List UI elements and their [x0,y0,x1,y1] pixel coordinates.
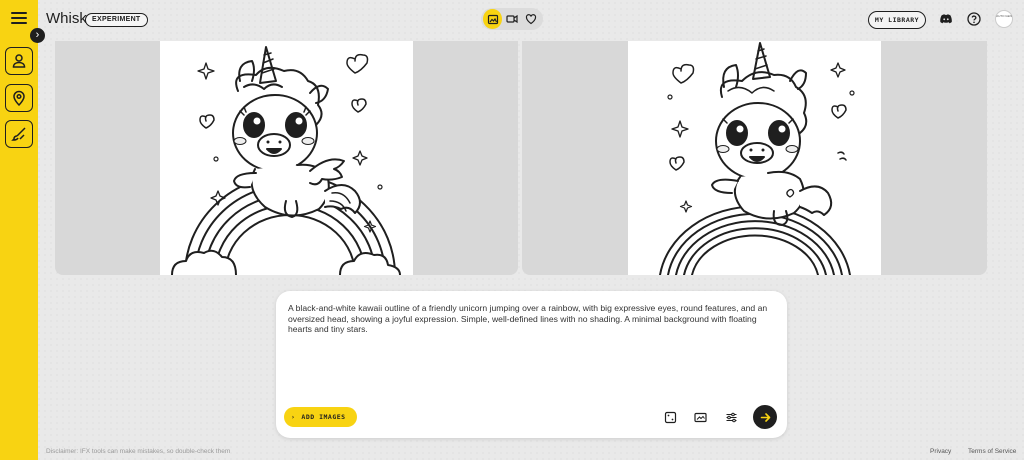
dice-icon[interactable] [664,411,677,424]
submit-button[interactable] [753,405,777,429]
image-gen-icon[interactable] [483,9,503,29]
heart-icon[interactable] [522,9,541,29]
location-pin-icon[interactable] [5,84,33,112]
menu-icon[interactable] [11,12,27,26]
add-images-button[interactable]: › ADD IMAGES [284,407,357,427]
chevron-right-icon: › [291,413,296,421]
aspect-ratio-icon[interactable] [694,411,707,424]
add-images-label: ADD IMAGES [301,413,346,421]
prompt-panel: A black-and-white kawaii outline of a fr… [276,291,787,438]
expand-sidebar-button[interactable]: › [30,28,45,43]
settings-sliders-icon[interactable] [725,411,738,424]
app-title: Whisk [46,10,87,27]
help-icon[interactable] [967,12,981,26]
unicorn-image-2[interactable] [628,41,881,275]
prompt-input[interactable]: A black-and-white kawaii outline of a fr… [288,303,778,335]
privacy-link[interactable]: Privacy [930,448,951,455]
arrow-right-icon [760,412,770,422]
avatar[interactable]: AUTO GEN [995,10,1013,28]
result-card-2[interactable] [522,41,987,275]
video-icon[interactable] [502,9,521,29]
terms-link[interactable]: Terms of Service [968,448,1016,455]
person-icon[interactable] [5,47,33,75]
my-library-button[interactable]: MY LIBRARY [868,11,926,29]
result-card-1[interactable] [55,41,518,275]
disclaimer-text: Disclaimer: IFX tools can make mistakes,… [46,448,231,455]
brush-icon[interactable] [5,120,33,148]
discord-icon[interactable] [939,12,953,26]
sidebar [0,0,38,460]
experiment-badge: EXPERIMENT [85,13,148,27]
mode-switcher [481,8,543,30]
unicorn-image-1[interactable] [160,41,413,275]
